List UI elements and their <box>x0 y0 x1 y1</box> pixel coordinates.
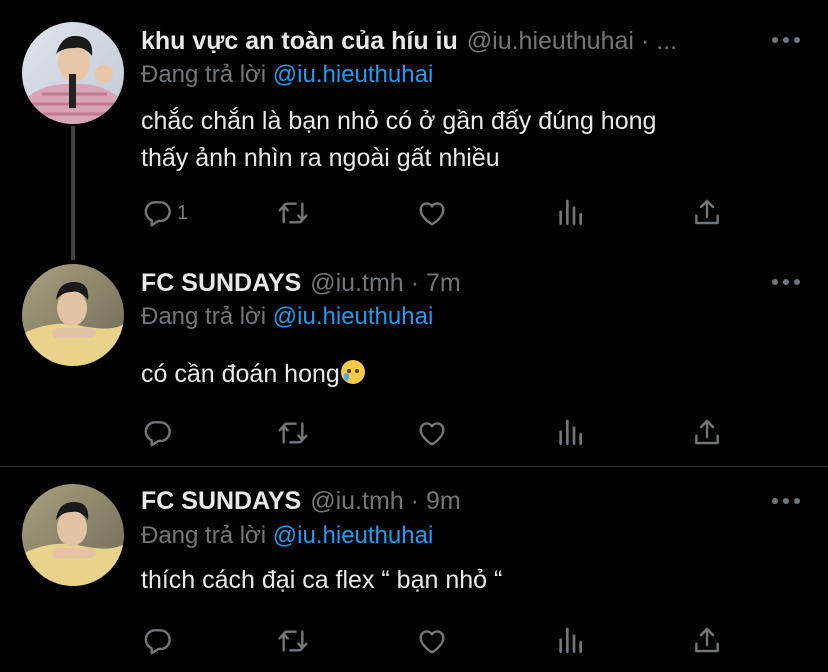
reply-button[interactable] <box>141 624 173 658</box>
tweet-text: có cần đoán hong <box>141 356 365 393</box>
retweet-icon <box>277 197 309 229</box>
share-button[interactable] <box>691 416 723 450</box>
like-icon <box>416 417 448 449</box>
share-icon <box>691 197 723 229</box>
replying-prefix: Đang trả lời <box>141 522 267 549</box>
reply-icon <box>141 625 173 657</box>
timestamp[interactable]: 9m <box>426 486 461 516</box>
reply-count: 1 <box>177 201 189 224</box>
timestamp[interactable]: 7m <box>426 268 461 298</box>
retweet-icon <box>277 625 309 657</box>
replying-to: Đang trả lời @iu.hieuthuhai <box>141 60 433 90</box>
mention-link[interactable]: @iu.hieuthuhai <box>273 303 433 330</box>
like-button[interactable] <box>416 416 448 450</box>
reply-icon <box>141 197 173 229</box>
retweet-icon <box>277 417 309 449</box>
share-button[interactable] <box>691 196 723 230</box>
more-options-icon[interactable] <box>772 496 800 506</box>
crying-face-emoji <box>340 360 365 384</box>
separator-dot: · <box>640 27 650 55</box>
mention-link[interactable]: @iu.hieuthuhai <box>273 522 433 549</box>
tweet-2[interactable]: FC SUNDAYS @iu.tmh · 7m Đang trả lời @iu… <box>0 258 828 466</box>
retweet-button[interactable] <box>277 624 309 658</box>
reply-icon <box>141 417 173 449</box>
user-handle[interactable]: @iu.hieuthuhai <box>467 26 634 56</box>
share-button[interactable] <box>691 624 723 658</box>
tweet-text-line: thích cách đại ca flex “ bạn nhỏ “ <box>141 566 503 594</box>
display-name[interactable]: FC SUNDAYS <box>141 268 301 298</box>
retweet-button[interactable] <box>277 416 309 450</box>
tweet-text-line: có cần đoán hong <box>141 360 340 388</box>
reply-button[interactable] <box>141 416 173 450</box>
reply-button[interactable]: 1 <box>141 196 188 230</box>
separator-dot: · <box>410 269 420 297</box>
share-icon <box>691 417 723 449</box>
replying-prefix: Đang trả lời <box>141 303 267 330</box>
analytics-button[interactable] <box>554 196 586 230</box>
separator-dot: · <box>410 487 420 515</box>
like-button[interactable] <box>416 624 448 658</box>
analytics-button[interactable] <box>554 416 586 450</box>
more-options-icon[interactable] <box>772 277 800 287</box>
analytics-button[interactable] <box>554 624 586 658</box>
display-name[interactable]: khu vực an toàn của híu iu <box>141 26 458 56</box>
user-handle[interactable]: @iu.tmh <box>310 268 403 298</box>
replying-prefix: Đang trả lời <box>141 61 267 88</box>
tweet-header: FC SUNDAYS @iu.tmh · 7m <box>141 268 461 298</box>
analytics-icon <box>554 197 586 229</box>
display-name[interactable]: FC SUNDAYS <box>141 486 301 516</box>
share-icon <box>691 625 723 657</box>
tweet-3[interactable]: FC SUNDAYS @iu.tmh · 9m Đang trả lời @iu… <box>0 467 828 672</box>
timestamp[interactable]: ... <box>656 26 677 56</box>
avatar[interactable] <box>22 264 124 366</box>
tweet-actions <box>141 624 731 658</box>
analytics-icon <box>554 417 586 449</box>
tweet-text-line: thấy ảnh nhìn ra ngoài gất nhiều <box>141 144 500 172</box>
replying-to: Đang trả lời @iu.hieuthuhai <box>141 302 433 332</box>
tweet-text-line: chắc chắn là bạn nhỏ có ở gần đấy đúng h… <box>141 107 657 135</box>
tweet-feed: khu vực an toàn của híu iu @iu.hieuthuha… <box>0 0 828 672</box>
replying-to: Đang trả lời @iu.hieuthuhai <box>141 521 433 551</box>
like-button[interactable] <box>416 196 448 230</box>
tweet-header: khu vực an toàn của híu iu @iu.hieuthuha… <box>141 26 677 56</box>
more-options-icon[interactable] <box>772 35 800 45</box>
tweet-actions: 1 <box>141 196 731 230</box>
like-icon <box>416 625 448 657</box>
mention-link[interactable]: @iu.hieuthuhai <box>273 61 433 88</box>
tweet-actions <box>141 416 731 450</box>
tweet-text: thích cách đại ca flex “ bạn nhỏ “ <box>141 562 502 599</box>
tweet-header: FC SUNDAYS @iu.tmh · 9m <box>141 486 461 516</box>
avatar[interactable] <box>22 22 124 124</box>
like-icon <box>416 197 448 229</box>
tweet-1[interactable]: khu vực an toàn của híu iu @iu.hieuthuha… <box>0 0 828 260</box>
tweet-text: chắc chắn là bạn nhỏ có ở gần đấy đúng h… <box>141 103 656 177</box>
analytics-icon <box>554 625 586 657</box>
thread-line <box>71 126 75 260</box>
user-handle[interactable]: @iu.tmh <box>310 486 403 516</box>
retweet-button[interactable] <box>277 196 309 230</box>
avatar[interactable] <box>22 484 124 586</box>
